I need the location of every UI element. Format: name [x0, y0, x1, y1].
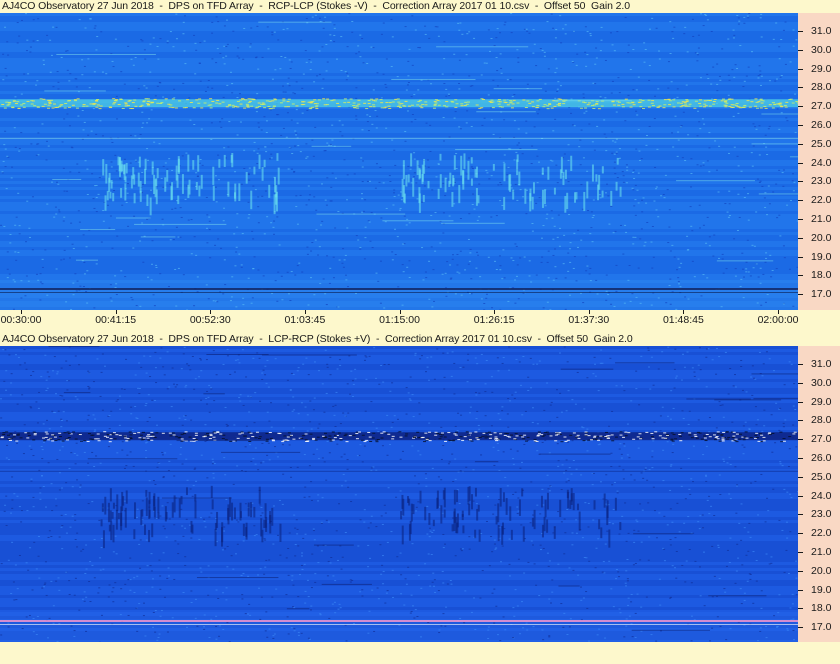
time-label: 01:48:45 — [662, 314, 704, 326]
bottom-freq-label: 30.0 — [811, 376, 832, 389]
top-panel-title: AJ4CO Observatory 27 Jun 2018 - DPS on T… — [2, 0, 630, 12]
bottom-frequency-axis: 31.0 30.0 29.0 28.0 27.0 26.0 25.0 24.0 23.0 22.0… — [798, 346, 840, 642]
time-label: 00:30:00 — [0, 314, 42, 326]
bottom-freq-tick — [798, 382, 803, 384]
time-label: 01:15:00 — [379, 314, 420, 326]
top-freq-tick — [798, 237, 803, 239]
bottom-freq-tick — [798, 458, 803, 459]
top-freq-label: 30.0 — [811, 43, 832, 56]
bottom-spectrogram — [0, 346, 798, 642]
bottom-freq-label: 25.0 — [811, 470, 832, 483]
top-freq-tick — [798, 181, 803, 183]
top-freq-tick — [798, 200, 803, 202]
bottom-freq-label: 22.0 — [811, 527, 832, 540]
bottom-freq-tick — [798, 589, 803, 591]
time-label: 00:52:30 — [189, 314, 231, 326]
top-freq-label: 24.0 — [811, 156, 832, 169]
bottom-freq-tick — [798, 608, 803, 610]
bottom-freq-tick — [798, 533, 803, 535]
top-freq-tick — [798, 219, 803, 220]
time-label: 02:00:00 — [757, 314, 799, 326]
bottom-freq-label: 28.0 — [811, 414, 832, 427]
top-freq-label: 18.0 — [811, 269, 832, 282]
top-freq-label: 29.0 — [811, 62, 832, 75]
top-freq-label: 23.0 — [811, 175, 832, 188]
time-label: 01:26:15 — [473, 314, 515, 326]
top-freq-label: 25.0 — [811, 137, 832, 150]
bottom-freq-tick — [798, 420, 803, 422]
bottom-freq-label: 17.0 — [811, 621, 832, 634]
bottom-freq-label: 19.0 — [811, 583, 832, 596]
bottom-freq-tick — [798, 495, 803, 497]
top-freq-tick — [798, 256, 803, 258]
bottom-panel-title: AJ4CO Observatory 27 Jun 2018 - DPS on T… — [2, 333, 633, 345]
bottom-freq-label: 29.0 — [811, 395, 832, 408]
top-freq-tick — [798, 125, 803, 126]
bottom-freq-label: 23.0 — [811, 508, 832, 521]
bottom-freq-tick — [798, 514, 803, 516]
top-freq-label: 19.0 — [811, 250, 832, 263]
top-freq-tick — [798, 31, 803, 32]
bottom-freq-tick — [798, 552, 803, 553]
top-freq-tick — [798, 68, 803, 70]
time-label: 00:41:15 — [95, 314, 137, 326]
bottom-freq-tick — [798, 476, 803, 478]
bottom-freq-label: 27.0 — [811, 433, 832, 446]
top-freq-tick — [798, 106, 803, 108]
top-freq-tick — [798, 294, 803, 296]
top-freq-tick — [798, 275, 803, 277]
spectrogram-image — [0, 13, 798, 310]
top-freq-label: 31.0 — [811, 25, 832, 37]
bottom-freq-label: 31.0 — [811, 358, 832, 370]
bottom-freq-label: 26.0 — [811, 452, 832, 464]
top-spectrogram — [0, 13, 798, 310]
bottom-freq-tick — [798, 401, 803, 403]
top-freq-label: 27.0 — [811, 100, 832, 113]
bottom-strip — [0, 642, 840, 664]
top-freq-label: 28.0 — [811, 81, 832, 94]
bottom-freq-label: 20.0 — [811, 564, 832, 577]
bottom-freq-label: 24.0 — [811, 489, 832, 502]
bottom-freq-label: 21.0 — [811, 546, 832, 558]
top-freq-tick — [798, 49, 803, 51]
top-frequency-axis: 31.0 30.0 29.0 28.0 27.0 26.0 25.0 24.0 23.0 22.0… — [798, 13, 840, 310]
top-freq-label: 21.0 — [811, 213, 832, 225]
time-label: 01:37:30 — [568, 314, 610, 326]
top-freq-tick — [798, 143, 803, 145]
top-freq-label: 17.0 — [811, 288, 832, 301]
time-label: 01:03:45 — [284, 314, 326, 326]
bottom-freq-tick — [798, 364, 803, 365]
bottom-freq-label: 18.0 — [811, 602, 832, 615]
top-freq-tick — [798, 162, 803, 164]
top-freq-label: 20.0 — [811, 231, 832, 244]
bottom-freq-tick — [798, 570, 803, 572]
top-freq-label: 26.0 — [811, 119, 832, 131]
top-freq-label: 22.0 — [811, 194, 832, 207]
top-freq-tick — [798, 87, 803, 89]
spectrogram-image — [0, 346, 798, 642]
time-axis: 00:30:00 00:41:15 00:52:30 01:03:45 01:15:00… — [0, 310, 840, 329]
bottom-freq-tick — [798, 627, 803, 629]
bottom-freq-tick — [798, 439, 803, 441]
